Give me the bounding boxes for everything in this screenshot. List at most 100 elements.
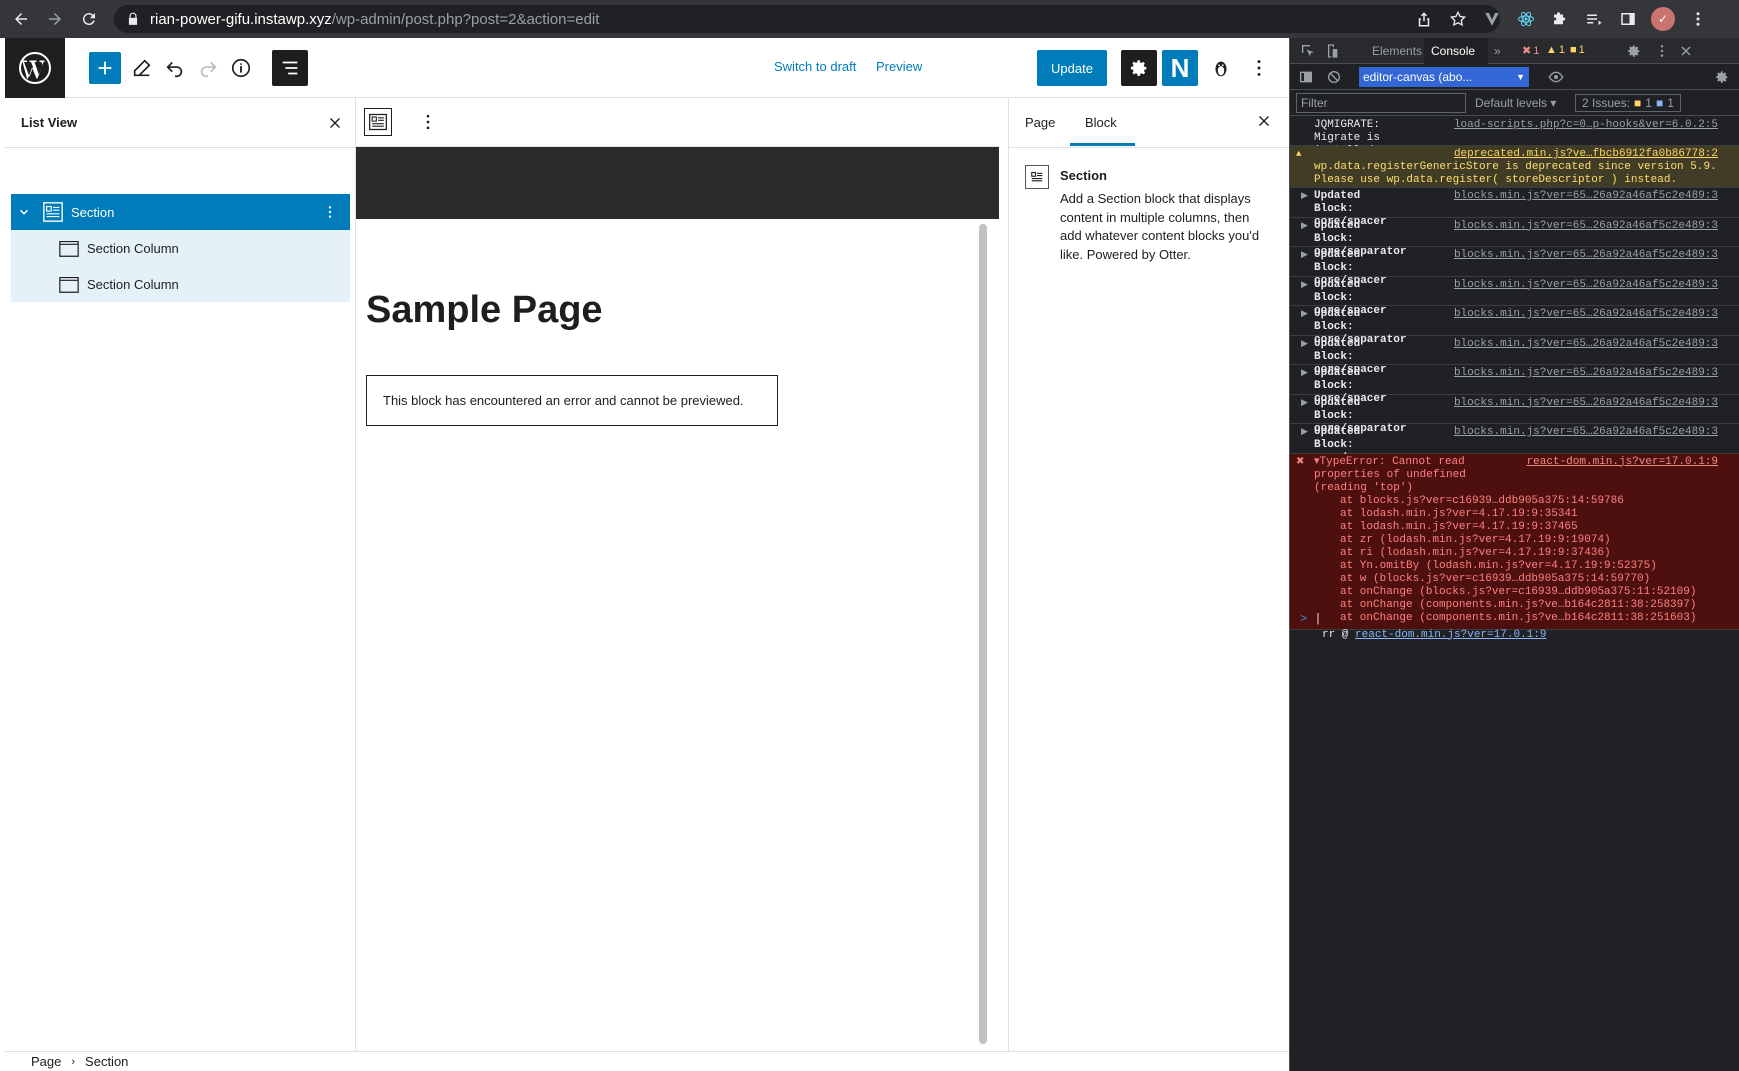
- back-icon[interactable]: [8, 6, 34, 32]
- console-message[interactable]: ▶Updated Block: core/spacerblocks.min.js…: [1290, 277, 1739, 317]
- tab-elements[interactable]: Elements: [1372, 44, 1422, 58]
- stack-frame[interactable]: at zr (lodash.min.js?ver=4.17.19:9:19074…: [1340, 534, 1718, 547]
- gear-icon[interactable]: [1626, 43, 1642, 59]
- list-item-section[interactable]: Section: [11, 194, 350, 230]
- details-button[interactable]: [223, 50, 259, 86]
- expand-triangle-icon[interactable]: ▶: [1301, 397, 1308, 410]
- stack-frame[interactable]: at onChange (components.min.js?ve…b164c2…: [1340, 599, 1718, 612]
- console-message[interactable]: ▶ Updated Block: core/separator blocks.min…: [1290, 306, 1739, 346]
- redo-button[interactable]: [190, 50, 226, 86]
- source-link[interactable]: blocks.min.js?ver=65…26a92a46af5c2e489:3: [1454, 308, 1718, 321]
- expand-triangle-icon[interactable]: ▶: [1301, 249, 1308, 262]
- issues-button[interactable]: 2 Issues: ■ 1 ■ 1: [1575, 94, 1681, 112]
- profile-avatar[interactable]: ✓: [1651, 7, 1675, 31]
- source-link[interactable]: blocks.min.js?ver=65…26a92a46af5c2e489:3: [1454, 220, 1718, 233]
- warning-count-badge[interactable]: ▲ 1: [1546, 44, 1565, 56]
- block-type-button[interactable]: [364, 108, 392, 136]
- stack-frame[interactable]: at onChange (blocks.js?ver=c16939…ddb905…: [1340, 586, 1718, 599]
- console-message[interactable]: JQMIGRATE: Migrate is installed, version…: [1290, 117, 1739, 170]
- stack-frame[interactable]: at blocks.js?ver=c16939…ddb905a375:14:59…: [1340, 495, 1718, 508]
- gear-icon[interactable]: [1714, 69, 1730, 85]
- log-levels-dropdown[interactable]: Default levels ▾: [1475, 96, 1556, 110]
- console-message[interactable]: ▶ Updated Block: core/separator blocks.min…: [1290, 218, 1739, 258]
- expand-triangle-icon[interactable]: ▶: [1301, 279, 1308, 292]
- reading-list-icon[interactable]: [1583, 8, 1605, 30]
- stack-frame[interactable]: at onChange (components.min.js?ve…b164c2…: [1340, 612, 1718, 625]
- source-link[interactable]: load-scripts.php?c=0…p-hooks&ver=6.0.2:5: [1454, 119, 1718, 132]
- side-panel-icon[interactable]: [1617, 8, 1639, 30]
- otter-n-button[interactable]: N: [1162, 50, 1198, 86]
- extensions-puzzle-icon[interactable]: [1549, 8, 1571, 30]
- chevron-down-icon[interactable]: [17, 205, 31, 219]
- device-toolbar-icon[interactable]: [1324, 43, 1340, 59]
- console-message[interactable]: ▶Updated Block: core/spacerblocks.min.js…: [1290, 188, 1739, 228]
- sidebar-toggle-icon[interactable]: [1298, 69, 1314, 85]
- more-tabs-icon[interactable]: »: [1494, 44, 1501, 58]
- switch-to-draft-button[interactable]: Switch to draft: [774, 59, 856, 74]
- preview-button[interactable]: Preview: [876, 59, 922, 74]
- canvas-scrollbar[interactable]: [979, 224, 987, 1044]
- source-link[interactable]: blocks.min.js?ver=65…26a92a46af5c2e489:3: [1454, 338, 1718, 351]
- undo-button[interactable]: [157, 50, 193, 86]
- tab-block[interactable]: Block: [1085, 115, 1117, 130]
- error-count-badge[interactable]: ✖ 1: [1522, 44, 1539, 58]
- tab-page[interactable]: Page: [1025, 115, 1055, 130]
- wordpress-logo-icon[interactable]: [5, 38, 65, 98]
- clear-console-icon[interactable]: [1326, 69, 1342, 85]
- expand-triangle-icon[interactable]: ▶: [1301, 338, 1308, 351]
- stack-frame[interactable]: at ri (lodash.min.js?ver=4.17.19:9:37436…: [1340, 547, 1718, 560]
- tab-console[interactable]: Console: [1431, 44, 1475, 58]
- settings-button[interactable]: [1121, 50, 1157, 86]
- source-link[interactable]: blocks.min.js?ver=65…26a92a46af5c2e489:3: [1454, 426, 1718, 439]
- source-link[interactable]: blocks.min.js?ver=65…26a92a46af5c2e489:3: [1454, 367, 1718, 380]
- close-icon[interactable]: [1678, 43, 1694, 59]
- more-vertical-icon[interactable]: [1654, 43, 1670, 59]
- console-prompt[interactable]: > |: [1300, 612, 1322, 626]
- source-link[interactable]: react-dom.min.js?ver=17.0.1:9: [1355, 629, 1546, 641]
- source-link[interactable]: blocks.min.js?ver=65…26a92a46af5c2e489:3: [1454, 397, 1718, 410]
- console-error[interactable]: ✖ ▾TypeError: Cannot read properties of …: [1290, 453, 1739, 641]
- source-link[interactable]: blocks.min.js?ver=65…26a92a46af5c2e489:3: [1454, 279, 1718, 292]
- expand-triangle-icon[interactable]: ▶: [1301, 308, 1308, 321]
- sidebar-close-button[interactable]: [1255, 112, 1273, 135]
- source-link[interactable]: blocks.min.js?ver=65…26a92a46af5c2e489:3: [1454, 190, 1718, 203]
- plugin-button[interactable]: [1203, 50, 1239, 86]
- options-button[interactable]: [1241, 50, 1277, 86]
- console-message[interactable]: ▶Updated Block: core/spacerblocks.min.js…: [1290, 247, 1739, 287]
- star-icon[interactable]: [1447, 8, 1469, 30]
- list-view-close-button[interactable]: [324, 112, 346, 134]
- source-link[interactable]: react-dom.min.js?ver=17.0.1:9: [1527, 456, 1718, 469]
- forward-icon[interactable]: [42, 6, 68, 32]
- filter-input[interactable]: Filter: [1296, 93, 1466, 113]
- stack-frame[interactable]: at lodash.min.js?ver=4.17.19:9:35341: [1340, 508, 1718, 521]
- expand-triangle-icon[interactable]: ▶: [1301, 426, 1308, 439]
- list-view-button[interactable]: [272, 50, 308, 86]
- reload-icon[interactable]: [76, 6, 102, 32]
- console-message[interactable]: ▶ Updated Block: core/separator blocks.min…: [1290, 395, 1739, 435]
- expand-triangle-icon[interactable]: ▶: [1301, 220, 1308, 233]
- console-message[interactable]: ▶Updated Block: core/spacerblocks.min.js…: [1290, 336, 1739, 376]
- react-devtools-icon[interactable]: [1515, 8, 1537, 30]
- breadcrumb-section[interactable]: Section: [85, 1054, 128, 1069]
- source-link[interactable]: blocks.min.js?ver=65…26a92a46af5c2e489:3: [1454, 249, 1718, 262]
- breadcrumb-page[interactable]: Page: [31, 1054, 61, 1069]
- edit-tool-button[interactable]: [124, 50, 160, 86]
- list-item-section-column[interactable]: Section Column: [11, 230, 350, 266]
- more-vertical-icon[interactable]: [322, 204, 338, 223]
- issue-count-badge[interactable]: ■ 1: [1570, 44, 1585, 56]
- console-message[interactable]: ▶Updated Block: core/spacerblocks.min.js…: [1290, 365, 1739, 405]
- share-icon[interactable]: [1413, 8, 1435, 30]
- add-block-button[interactable]: [89, 52, 121, 84]
- list-item-section-column[interactable]: Section Column: [11, 266, 350, 302]
- console-message[interactable]: ▶Updated Block: core/spacerblocks.min.js…: [1290, 424, 1739, 464]
- block-error-message[interactable]: This block has encountered an error and …: [366, 375, 778, 426]
- inspect-element-icon[interactable]: [1300, 43, 1316, 59]
- stack-frame[interactable]: at Yn.omitBy (lodash.min.js?ver=4.17.19:…: [1340, 560, 1718, 573]
- context-selector[interactable]: editor-canvas (abo... ▼: [1359, 67, 1529, 87]
- browser-menu-icon[interactable]: [1687, 8, 1709, 30]
- expand-triangle-icon[interactable]: ▶: [1301, 367, 1308, 380]
- block-options-button[interactable]: [418, 112, 438, 137]
- page-title[interactable]: Sample Page: [366, 289, 603, 332]
- stack-frame[interactable]: at w (blocks.js?ver=c16939…ddb905a375:14…: [1340, 573, 1718, 586]
- source-link[interactable]: deprecated.min.js?ve…fbcb6912fa0b86778:2: [1454, 148, 1718, 161]
